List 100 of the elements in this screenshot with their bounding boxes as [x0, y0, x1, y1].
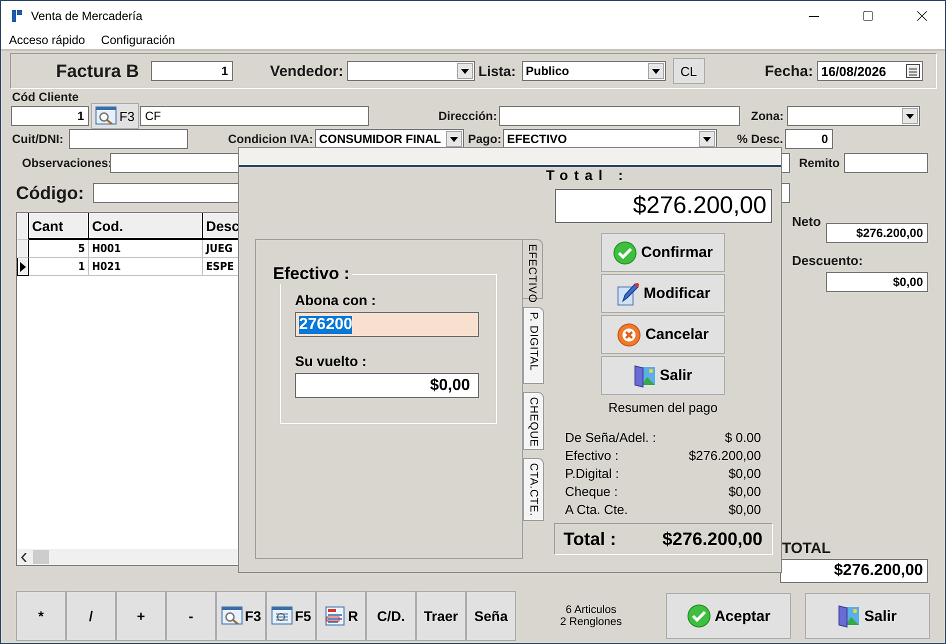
toolbar-button[interactable]: / — [66, 591, 116, 641]
toolbar-button[interactable]: - — [166, 591, 216, 641]
pago-label: Pago: — [468, 132, 502, 146]
descuento-label: Descuento: — [792, 253, 864, 268]
caret-icon — [652, 68, 660, 74]
toolbar-button[interactable]: F3 — [216, 591, 266, 641]
abona-input[interactable]: 276200 — [295, 312, 479, 337]
cl-button[interactable]: CL — [672, 58, 705, 84]
client-name-field[interactable]: CF — [140, 106, 369, 126]
neto-label: Neto — [792, 214, 822, 229]
summary-label: Efectivo : — [565, 447, 620, 465]
column-header[interactable]: Cant — [29, 213, 89, 240]
payment-tab[interactable]: CHEQUE — [523, 392, 544, 450]
toolbar-button[interactable]: * — [16, 591, 66, 641]
date-field[interactable]: 16/08/2026 — [817, 61, 924, 81]
cuit-label: Cuit/DNI: — [12, 132, 64, 146]
toolbar-button[interactable]: Seña — [466, 591, 516, 641]
list-search-icon — [270, 606, 293, 626]
column-header[interactable]: Cod. — [89, 213, 203, 240]
fecha-label: Fecha: — [764, 62, 814, 80]
payment-tab[interactable]: CTA.CTE. — [523, 458, 544, 521]
dropdown-button[interactable] — [648, 63, 664, 79]
toolbar-button[interactable]: Traer — [416, 591, 466, 641]
condicion-iva-combo[interactable]: CONSUMIDOR FINAL — [315, 129, 464, 149]
check-icon — [613, 240, 638, 264]
door-icon — [634, 364, 656, 388]
direccion-label: Dirección: — [437, 109, 497, 123]
abona-label: Abona con : — [295, 292, 377, 308]
toolbar-button[interactable]: C/D. — [366, 591, 416, 641]
client-search-button[interactable]: F3 — [91, 103, 139, 129]
dropdown-button[interactable] — [902, 108, 918, 124]
table-corner — [17, 213, 29, 240]
caret-icon — [450, 136, 458, 142]
descuento-field: $0,00 — [826, 272, 928, 292]
cancel-icon — [617, 322, 642, 346]
invoice-number-field[interactable]: 1 — [151, 61, 234, 81]
dropdown-button[interactable] — [699, 131, 715, 147]
form-icon — [324, 606, 346, 626]
descuento-percent-field[interactable]: 0 — [785, 129, 833, 149]
observaciones-label: Observaciones: — [22, 156, 108, 170]
table-cell: 5 — [29, 240, 89, 258]
table-cell: H021 — [89, 258, 203, 276]
dialog-button[interactable]: Modificar — [601, 274, 725, 313]
dialog-total-label: Total : — [546, 167, 629, 183]
lista-combo[interactable]: Publico — [522, 61, 666, 81]
toolbar-button[interactable]: F5 — [266, 591, 316, 641]
summary-value: $0,00 — [727, 501, 761, 519]
remito-label: Remito — [799, 156, 841, 170]
pencil-paper-icon — [616, 282, 640, 306]
menu-item[interactable]: Configuración — [101, 33, 176, 47]
door-icon — [838, 604, 860, 628]
action-button[interactable]: Salir — [805, 593, 930, 639]
toolbar-button[interactable]: + — [116, 591, 166, 641]
dropdown-button[interactable] — [446, 131, 462, 147]
calendar-icon — [906, 64, 920, 78]
row-indicator[interactable] — [17, 240, 29, 258]
direccion-field[interactable] — [499, 106, 740, 126]
row-pointer-icon — [20, 262, 26, 272]
menu-item[interactable]: Acceso rápido — [9, 33, 86, 47]
pago-combo[interactable]: EFECTIVO — [503, 129, 717, 149]
client-code-field[interactable]: 1 — [11, 106, 89, 126]
dialog-total-field: $276.200,00 — [554, 189, 772, 223]
toolbar-button[interactable]: R — [316, 591, 366, 641]
search-card-icon — [95, 106, 118, 126]
dialog-button[interactable]: Confirmar — [601, 233, 725, 272]
vendedor-combo[interactable] — [347, 61, 476, 81]
summary-label: Cheque : — [565, 483, 619, 501]
summary-title: Resumen del pago — [608, 400, 718, 415]
row-indicator[interactable] — [17, 258, 29, 276]
lista-label: Lista: — [478, 63, 516, 79]
vendedor-label: Vendedor: — [270, 62, 344, 80]
dropdown-button[interactable] — [457, 63, 474, 79]
search-card-icon — [220, 606, 243, 626]
info-text: 2 Renglones — [560, 616, 622, 628]
summary-value: $0,00 — [727, 483, 761, 501]
scroll-thumb[interactable] — [33, 550, 49, 564]
descuento-percent-label: % Desc. — [737, 132, 783, 146]
cuit-field[interactable] — [69, 129, 188, 149]
summary-label: De Seña/Adel. : — [565, 429, 658, 447]
table-cell: 1 — [29, 258, 89, 276]
zona-combo[interactable] — [787, 106, 920, 126]
payment-tab[interactable]: P. DIGITAL — [523, 307, 544, 384]
table-cell: H001 — [89, 240, 203, 258]
dialog-button[interactable]: Salir — [601, 356, 725, 395]
summary-value: $0,00 — [727, 465, 761, 483]
summary-value: $ 0.00 — [724, 429, 761, 447]
scroll-left-icon — [21, 552, 27, 562]
summary-label: P.Digital : — [565, 465, 620, 483]
check-icon — [686, 604, 711, 628]
grand-total-value: $276.200,00 — [662, 528, 762, 550]
zona-label: Zona: — [751, 109, 785, 123]
remito-field[interactable] — [844, 153, 928, 173]
summary-label: A Cta. Cte. — [565, 501, 629, 519]
dialog-button[interactable]: Cancelar — [601, 315, 725, 354]
window-title: Venta de Mercadería — [31, 9, 144, 23]
action-button[interactable]: Aceptar — [666, 593, 791, 639]
caret-icon — [461, 68, 470, 74]
app-icon — [11, 9, 23, 23]
invoice-title: Factura B — [56, 60, 140, 82]
cod-cliente-label: Cód Cliente — [12, 90, 79, 104]
